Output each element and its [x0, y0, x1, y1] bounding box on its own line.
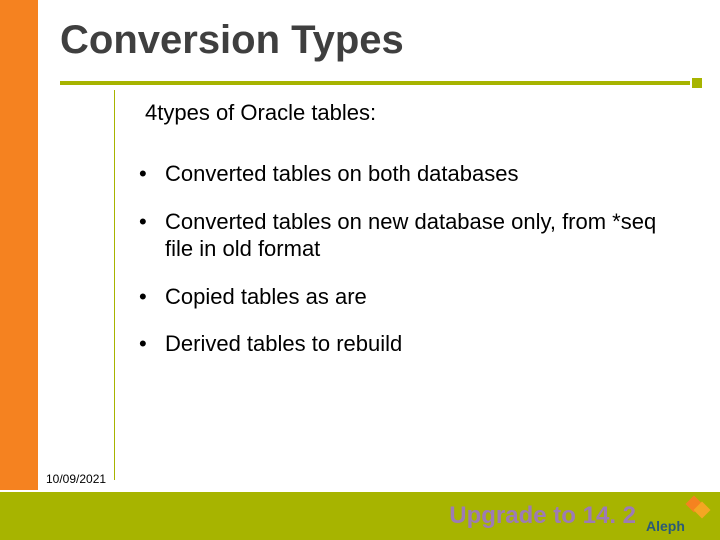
list-item: Derived tables to rebuild — [125, 330, 680, 358]
list-item: Converted tables on new database only, f… — [125, 208, 680, 263]
rule-endcap — [692, 78, 702, 88]
bullet-list: Converted tables on both databases Conve… — [125, 160, 680, 358]
logo-text: Aleph — [646, 518, 685, 534]
list-item-text: Converted tables on both databases — [165, 161, 518, 186]
intro-text: types of Oracle tables: — [157, 100, 376, 125]
footer-tagline: Upgrade to 14. 2 — [449, 502, 636, 530]
intro-number: 4 — [145, 100, 157, 125]
body-content: 4types of Oracle tables: Converted table… — [125, 100, 680, 378]
sidebar-accent — [0, 0, 38, 490]
vertical-guide — [114, 90, 115, 480]
footer-date: 10/09/2021 — [46, 472, 106, 486]
slide: Conversion Types 4types of Oracle tables… — [0, 0, 720, 540]
list-item-text: Derived tables to rebuild — [165, 331, 402, 356]
title-rule — [60, 78, 702, 90]
aleph-logo: Aleph — [646, 498, 710, 534]
list-item: Converted tables on both databases — [125, 160, 680, 188]
rule-line — [60, 81, 690, 85]
intro-line: 4types of Oracle tables: — [145, 100, 680, 126]
list-item-text: Copied tables as are — [165, 284, 367, 309]
slide-title: Conversion Types — [60, 18, 404, 63]
list-item: Copied tables as are — [125, 283, 680, 311]
list-item-text: Converted tables on new database only, f… — [165, 209, 656, 262]
logo-mark-icon — [686, 496, 710, 520]
